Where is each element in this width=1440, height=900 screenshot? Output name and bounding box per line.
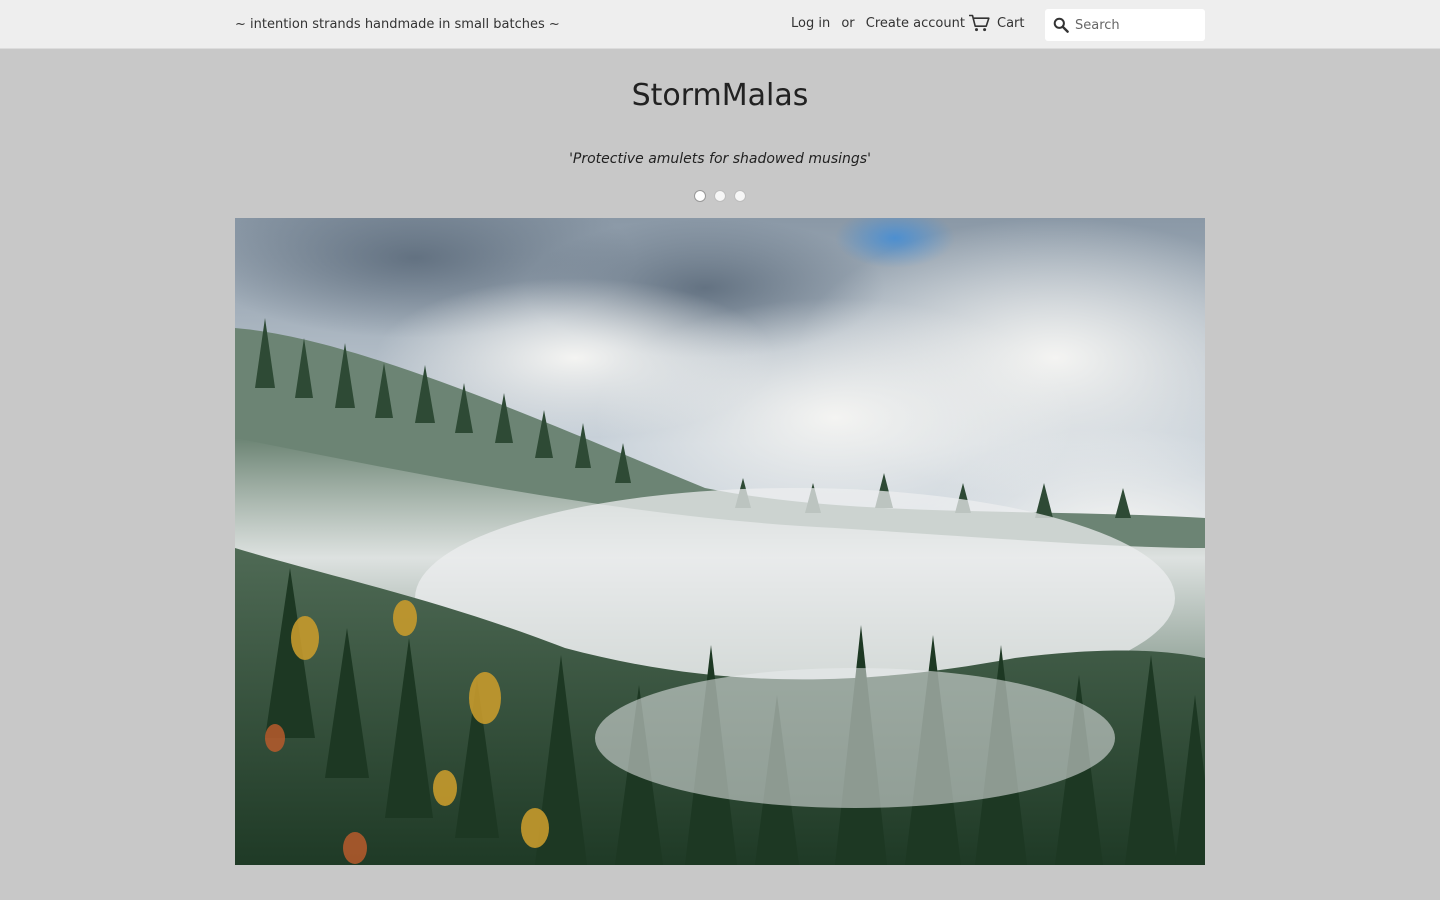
search-icon[interactable] <box>1053 17 1069 33</box>
top-bar: ~ intention strands handmade in small ba… <box>0 0 1440 49</box>
announcement-text: ~ intention strands handmade in small ba… <box>235 17 560 32</box>
site-title[interactable]: StormMalas <box>0 78 1440 113</box>
top-bar-inner: ~ intention strands handmade in small ba… <box>235 0 1205 49</box>
cart-link[interactable]: Cart <box>969 14 1025 32</box>
slideshow-pagination <box>694 190 746 202</box>
slide-dot-3[interactable] <box>734 190 746 202</box>
cart-label: Cart <box>997 15 1025 31</box>
hero-slide-image[interactable] <box>235 218 1205 865</box>
account-separator: or <box>841 16 855 31</box>
cart-icon <box>969 14 990 32</box>
search-input[interactable] <box>1075 14 1200 36</box>
search-box <box>1045 9 1205 41</box>
slide-dot-2[interactable] <box>714 190 726 202</box>
create-account-link[interactable]: Create account <box>866 16 965 31</box>
misty-forest-illustration <box>235 218 1205 865</box>
account-links: Log in or Create account <box>791 16 965 31</box>
login-link[interactable]: Log in <box>791 16 830 31</box>
site-tagline: 'Protective amulets for shadowed musings… <box>569 151 871 167</box>
slide-dot-1[interactable] <box>694 190 706 202</box>
